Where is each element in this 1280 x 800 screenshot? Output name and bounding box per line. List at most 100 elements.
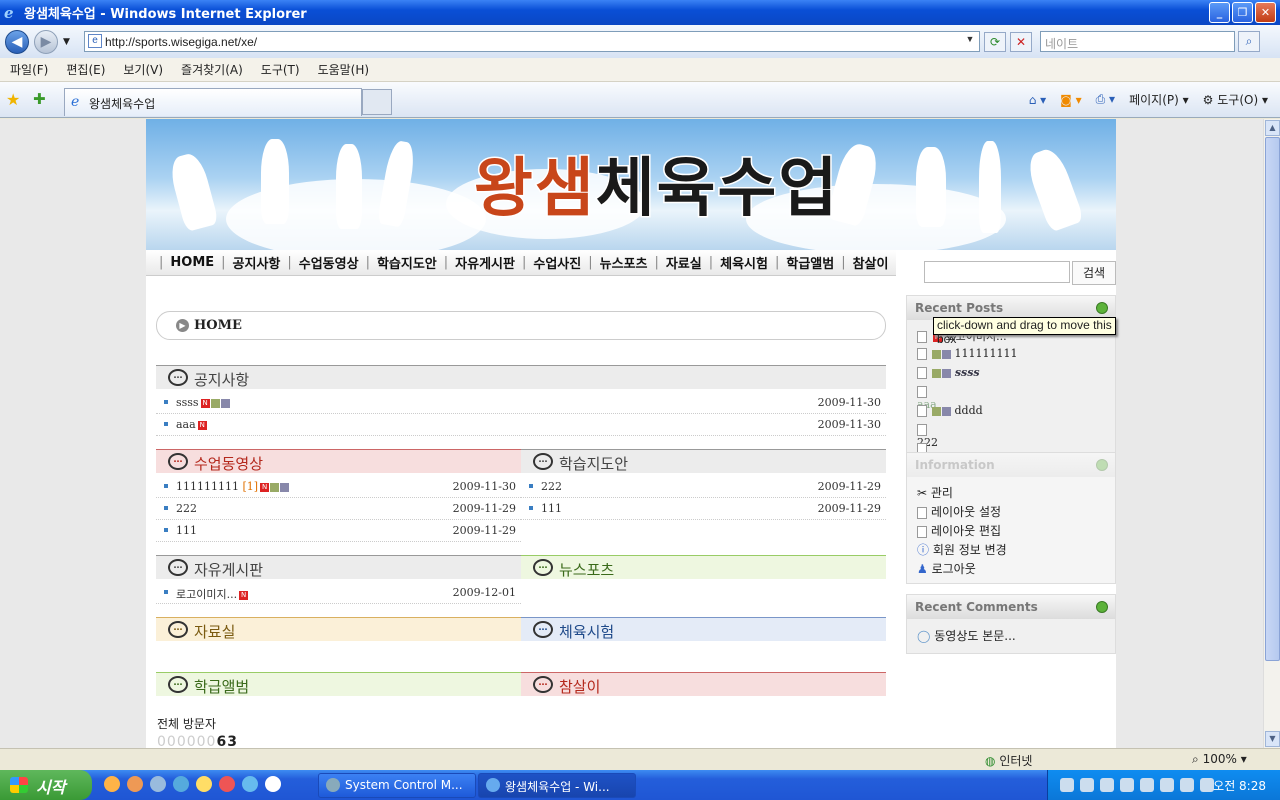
menu-favorites[interactable]: 즐겨찾기(A): [181, 61, 243, 78]
post-title[interactable]: dddd: [955, 404, 983, 417]
minimize-button[interactable]: _: [1209, 2, 1230, 23]
post-title[interactable]: ssss: [955, 366, 980, 379]
tray-icon[interactable]: [1200, 778, 1214, 792]
recent-pages-dropdown[interactable]: ▼: [63, 37, 70, 47]
forward-button[interactable]: ▶: [34, 29, 58, 54]
nav-exam[interactable]: 체육시험: [720, 253, 768, 272]
quicklaunch-icon[interactable]: [127, 776, 143, 792]
section-life-title[interactable]: 참살이: [559, 678, 600, 696]
tray-icon[interactable]: [1140, 778, 1154, 792]
post-title[interactable]: aaa: [176, 418, 196, 431]
section-data-title[interactable]: 자료실: [194, 623, 235, 641]
site-banner[interactable]: 왕샘체육수업: [146, 119, 1116, 250]
post-title[interactable]: 111111111: [955, 347, 1018, 360]
menu-item-layout-edit[interactable]: 레이아웃 편집: [917, 522, 1001, 539]
post-title[interactable]: 111: [541, 502, 562, 515]
menu-item-layout-setting[interactable]: 레이아웃 설정: [917, 503, 1001, 520]
page-menu[interactable]: 페이지(P) ▾: [1129, 91, 1189, 108]
quicklaunch-icon[interactable]: [219, 776, 235, 792]
section-album-title[interactable]: 학급앨범: [194, 678, 249, 696]
tray-icon[interactable]: [1060, 778, 1074, 792]
refresh-button[interactable]: ⟳: [984, 32, 1006, 52]
nav-photo[interactable]: 수업사진: [533, 253, 581, 272]
list-item[interactable]: ssss N 2009-11-30: [156, 392, 886, 414]
close-button[interactable]: ✕: [1255, 2, 1276, 23]
favorites-star-icon[interactable]: ★: [6, 90, 20, 109]
list-item[interactable]: aaa N 2009-11-30: [156, 414, 886, 436]
section-free-title[interactable]: 자유게시판: [194, 561, 263, 579]
list-item[interactable]: ssss: [917, 366, 980, 379]
section-newsports-title[interactable]: 뉴스포츠: [559, 561, 614, 579]
recent-comments-widget[interactable]: Recent Comments ◯ 동영상도 본문...: [906, 594, 1116, 654]
menu-help[interactable]: 도움말(H): [318, 61, 370, 78]
menu-tools[interactable]: 도구(T): [261, 61, 300, 78]
quicklaunch-icon[interactable]: [104, 776, 120, 792]
tab-current[interactable]: e 왕샘체육수업: [64, 88, 362, 116]
tray-icon[interactable]: [1080, 778, 1094, 792]
new-tab-button[interactable]: [362, 89, 392, 115]
list-item[interactable]: dddd: [917, 404, 983, 417]
post-title[interactable]: 222: [541, 480, 562, 493]
toggle-icon[interactable]: [1096, 601, 1108, 613]
menu-item-member-info[interactable]: ⓘ 회원 정보 변경: [917, 541, 1007, 558]
comment-title[interactable]: 동영상도 본문...: [934, 629, 1016, 643]
menu-view[interactable]: 보기(V): [123, 61, 163, 78]
post-title[interactable]: 로고이미지...: [176, 588, 237, 601]
vertical-scrollbar[interactable]: ▲ ▼: [1263, 119, 1280, 748]
quicklaunch-icon[interactable]: [265, 776, 281, 792]
back-button[interactable]: ◀: [5, 29, 29, 54]
post-title[interactable]: 222: [176, 502, 197, 515]
scroll-down-button[interactable]: ▼: [1265, 731, 1280, 747]
search-icon[interactable]: ⌕: [1238, 31, 1260, 52]
tray-icon[interactable]: [1180, 778, 1194, 792]
list-item[interactable]: 111 2009-11-29: [521, 498, 886, 520]
list-item[interactable]: ◯ 동영상도 본문...: [917, 627, 1016, 644]
scroll-thumb[interactable]: [1265, 137, 1280, 661]
taskbar-task-system-control[interactable]: System Control M...: [318, 773, 476, 798]
nav-video[interactable]: 수업동영상: [299, 253, 359, 272]
quicklaunch-icon[interactable]: [150, 776, 166, 792]
list-item[interactable]: 111 2009-11-29: [156, 520, 521, 542]
recent-comments-header[interactable]: Recent Comments: [907, 595, 1115, 619]
nav-free[interactable]: 자유게시판: [455, 253, 515, 272]
address-dropdown-icon[interactable]: ▼: [963, 34, 977, 49]
quicklaunch-icon[interactable]: [196, 776, 212, 792]
window-title-bar[interactable]: e 왕샘체육수업 - Windows Internet Explorer _ ❐…: [0, 0, 1280, 25]
nav-data[interactable]: 자료실: [666, 253, 702, 272]
menu-file[interactable]: 파일(F): [10, 61, 48, 78]
nav-album[interactable]: 학급앨범: [786, 253, 834, 272]
section-lesson-title[interactable]: 학습지도안: [559, 455, 628, 473]
section-notice-title[interactable]: 공지사항: [194, 371, 249, 389]
post-title[interactable]: ssss: [176, 396, 199, 409]
nav-lesson[interactable]: 학습지도안: [377, 253, 437, 272]
list-item[interactable]: 111111111: [917, 347, 1018, 360]
section-exam-title[interactable]: 체육시험: [559, 623, 614, 641]
search-input[interactable]: 네이트: [1040, 31, 1235, 52]
list-item[interactable]: 111111111 [1] N 2009-11-30: [156, 476, 521, 498]
feed-icon[interactable]: ◙ ▾: [1060, 93, 1081, 107]
toggle-icon[interactable]: [1096, 302, 1108, 314]
tools-menu[interactable]: ⚙ 도구(O) ▾: [1203, 91, 1268, 108]
tray-icon[interactable]: [1160, 778, 1174, 792]
breadcrumb-label[interactable]: HOME: [194, 318, 242, 333]
nav-newsports[interactable]: 뉴스포츠: [600, 253, 648, 272]
menu-item-admin[interactable]: ✂ 관리: [917, 484, 953, 501]
clock[interactable]: 오전 8:28: [1213, 777, 1266, 794]
post-title[interactable]: 111: [176, 524, 197, 537]
quicklaunch-icon[interactable]: [173, 776, 189, 792]
scroll-up-button[interactable]: ▲: [1265, 120, 1280, 136]
start-button[interactable]: 시작: [0, 770, 92, 800]
list-item[interactable]: 222 2009-11-29: [156, 498, 521, 520]
quicklaunch-icon[interactable]: [242, 776, 258, 792]
print-icon[interactable]: ⎙ ▾: [1096, 92, 1115, 107]
list-item[interactable]: 로고이미지... N 2009-12-01: [156, 582, 521, 604]
post-title[interactable]: 111111111: [176, 480, 239, 493]
tray-icon[interactable]: [1100, 778, 1114, 792]
home-icon[interactable]: ⌂ ▾: [1029, 93, 1046, 107]
information-header[interactable]: Information: [907, 453, 1115, 477]
menu-item-logout[interactable]: ♟ 로그아웃: [917, 560, 976, 577]
site-search-input[interactable]: [924, 261, 1070, 283]
menu-edit[interactable]: 편집(E): [66, 61, 105, 78]
restore-button[interactable]: ❐: [1232, 2, 1253, 23]
section-video-title[interactable]: 수업동영상: [194, 455, 263, 473]
